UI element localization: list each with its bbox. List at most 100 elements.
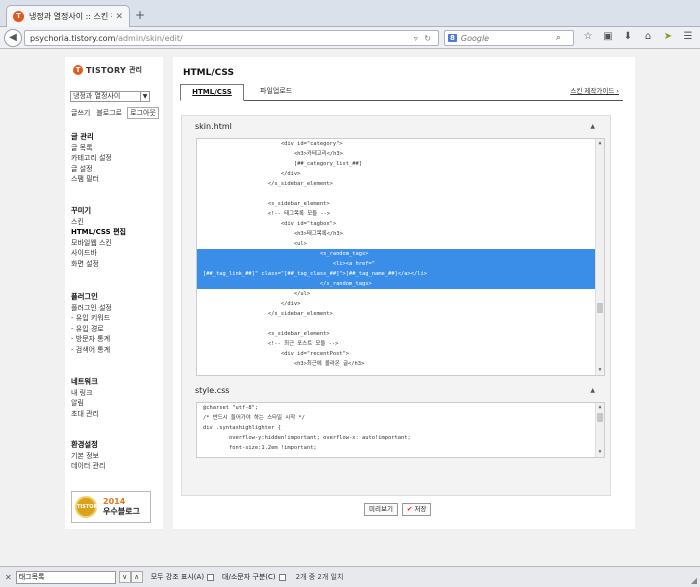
menu-item-sidebar[interactable]: 사이드바 [71, 248, 126, 259]
pointer-icon[interactable]: ➤ [658, 31, 678, 42]
find-next-icon[interactable]: ∨ [118, 571, 131, 583]
quick-links: 글쓰기 블로그로 로그아웃 [70, 107, 159, 119]
collapse-style-icon[interactable]: ▲ [590, 387, 595, 394]
code-line[interactable]: <div id="tagbox"> [197, 219, 604, 229]
code-line[interactable]: <h3>카테고리</h3> [197, 149, 604, 159]
code-line[interactable]: <s_sidebar_element> [197, 199, 604, 209]
code-line[interactable]: <s_random_tags> [197, 249, 604, 259]
code-line[interactable]: </ul> [197, 289, 604, 299]
code-line[interactable]: </div> [197, 169, 604, 179]
code-line[interactable]: <li><a href=" [197, 259, 604, 269]
menu-item-post-list[interactable]: 글 목록 [71, 143, 112, 154]
menu-item-alerts[interactable]: 알림 [71, 398, 99, 409]
menu-section-network: 네트워크 내 링크 알림 초대 관리 [71, 377, 99, 419]
address-bar[interactable]: psychoria.tistory.com /admin/skin/edit/ … [24, 30, 439, 46]
tab-file-upload[interactable]: 파일업로드 [260, 84, 292, 101]
code-line[interactable]: <!-- 태그목록 모듈 --> [197, 209, 604, 219]
scroll-thumb[interactable] [597, 413, 603, 422]
code-line[interactable]: <h3>최근에 올라온 글</h3> [197, 359, 604, 369]
menu-item-search-terms[interactable]: - 검색어 통계 [71, 345, 112, 356]
find-input[interactable] [15, 570, 116, 584]
skin-html-editor[interactable]: <div id="category"> <h3>카테고리</h3> [##_ca… [196, 138, 605, 376]
find-bar: ✕ ∨ ∧ 모두 강조 표시(A) 대/소문자 구분(C) 2개 중 2개 일치… [0, 566, 700, 587]
menu-item-keywords[interactable]: - 유입 키워드 [71, 313, 112, 324]
code-line[interactable]: font-size:1.2em !important; [197, 443, 604, 453]
code-line[interactable]: <div id="category"> [197, 139, 604, 149]
write-link[interactable]: 글쓰기 [70, 107, 91, 119]
menu-item-spam[interactable]: 스팸 필터 [71, 174, 112, 185]
tab-close-icon[interactable]: ✕ [115, 12, 123, 22]
back-button[interactable]: ◀ [4, 29, 22, 47]
menu-icon[interactable]: ☰ [678, 31, 698, 42]
chevron-down-icon[interactable]: ▼ [140, 92, 149, 101]
match-case-checkbox[interactable] [278, 573, 286, 581]
blog-link[interactable]: 블로그로 [95, 107, 123, 119]
scroll-up-icon[interactable]: ▲ [596, 139, 604, 148]
award-badge[interactable]: TISTORY 2014 우수블로그 [71, 491, 151, 523]
code-line[interactable]: /* 반드시 들어가야 하는 스타일 시작 */ [197, 413, 604, 423]
highlight-all-checkbox[interactable] [207, 573, 215, 581]
code-line[interactable]: @charset "utf-8"; [197, 403, 604, 413]
style-editor-scrollbar[interactable]: ▲ ▼ [595, 403, 604, 457]
find-prev-icon[interactable]: ∧ [130, 571, 143, 583]
match-case-option[interactable]: 대/소문자 구분(C) [222, 572, 286, 582]
style-css-editor[interactable]: @charset "utf-8";/* 반드시 들어가야 하는 스타일 시작 *… [196, 402, 605, 458]
tistory-logo[interactable]: T TISTORY 관리 [73, 65, 142, 75]
menu-item-data[interactable]: 데이터 관리 [71, 461, 105, 472]
search-engine-icon[interactable]: 8 [448, 34, 457, 42]
search-input[interactable] [460, 33, 556, 43]
logout-button[interactable]: 로그아웃 [127, 107, 159, 119]
bookmark-star-icon[interactable]: ☆ [578, 31, 598, 42]
code-line[interactable]: <!-- 최근 포스트 모듈 --> [197, 339, 604, 349]
home-icon[interactable]: ⌂ [638, 31, 658, 42]
collapse-skin-icon[interactable]: ▲ [590, 123, 595, 130]
scroll-down-icon[interactable]: ▼ [596, 448, 604, 457]
menu-item-mobile-skin[interactable]: 모바일웹 스킨 [71, 238, 126, 249]
download-icon[interactable]: ⬇ [618, 31, 638, 42]
code-line[interactable]: <s_sidebar_element> [197, 329, 604, 339]
search-icon[interactable]: ⌕ [556, 33, 561, 43]
menu-item-visitors[interactable]: - 방문자 통계 [71, 334, 112, 345]
menu-item-category[interactable]: 카테고리 설정 [71, 153, 112, 164]
menu-item-links[interactable]: 내 링크 [71, 388, 99, 399]
code-line[interactable]: <h3>태그목록</h3> [197, 229, 604, 239]
resize-grip-icon[interactable]: ◢ [691, 576, 697, 585]
code-line[interactable] [197, 319, 604, 329]
menu-item-plugin-settings[interactable]: 플러그인 설정 [71, 303, 112, 314]
menu-item-basic-info[interactable]: 기본 정보 [71, 451, 105, 462]
menu-item-skin[interactable]: 스킨 [71, 217, 126, 228]
page-content: T TISTORY 관리 냉정과 열정사이 ▼ 글쓰기 블로그로 로그아웃 글 … [0, 49, 700, 566]
code-line[interactable]: </div> [197, 299, 604, 309]
blog-select[interactable]: 냉정과 열정사이 ▼ [70, 91, 150, 102]
scroll-thumb[interactable] [597, 303, 603, 313]
save-button[interactable]: ✔ 저장 [401, 503, 432, 516]
new-tab-button[interactable]: + [135, 9, 145, 21]
scroll-up-icon[interactable]: ▲ [596, 403, 604, 412]
skin-editor-scrollbar[interactable]: ▲ ▼ [595, 139, 604, 375]
code-line[interactable]: <ul> [197, 239, 604, 249]
menu-item-referrers[interactable]: - 유입 경로 [71, 324, 112, 335]
highlight-all-option[interactable]: 모두 강조 표시(A) [151, 572, 215, 582]
preview-button[interactable]: 미리보기 [364, 503, 398, 516]
code-line[interactable]: [##_tag_link_##]" class="[##_tag_class_#… [197, 269, 604, 279]
skin-guide-link[interactable]: 스킨 제작가이드 › [570, 84, 619, 99]
reload-icon[interactable]: ▿ ↻ [414, 34, 433, 43]
menu-item-post-settings[interactable]: 글 설정 [71, 164, 112, 175]
browser-tab[interactable]: T 냉정과 열정사이 :: 스킨 편… ✕ [6, 5, 130, 27]
code-line[interactable]: div .syntaxhighlighter { [197, 423, 604, 433]
scroll-down-icon[interactable]: ▼ [596, 366, 604, 375]
tab-html-css[interactable]: HTML/CSS [180, 84, 244, 101]
code-line[interactable]: <div id="recentPost"> [197, 349, 604, 359]
code-line[interactable]: overflow-y:hidden!important; overflow-x:… [197, 433, 604, 443]
code-line[interactable]: </s_random_tags> [197, 279, 604, 289]
search-bar[interactable]: 8 ⌕ [444, 30, 574, 46]
menu-item-screen[interactable]: 화면 설정 [71, 259, 126, 270]
menu-item-html-css[interactable]: HTML/CSS 편집 [71, 227, 126, 238]
code-line[interactable]: </s_sidebar_element> [197, 309, 604, 319]
reading-list-icon[interactable]: ▣ [598, 31, 618, 42]
code-line[interactable] [197, 189, 604, 199]
close-icon[interactable]: ✕ [5, 573, 12, 582]
menu-item-invites[interactable]: 초대 관리 [71, 409, 99, 420]
code-line[interactable]: [##_category_list_##] [197, 159, 604, 169]
code-line[interactable]: </s_sidebar_element> [197, 179, 604, 189]
